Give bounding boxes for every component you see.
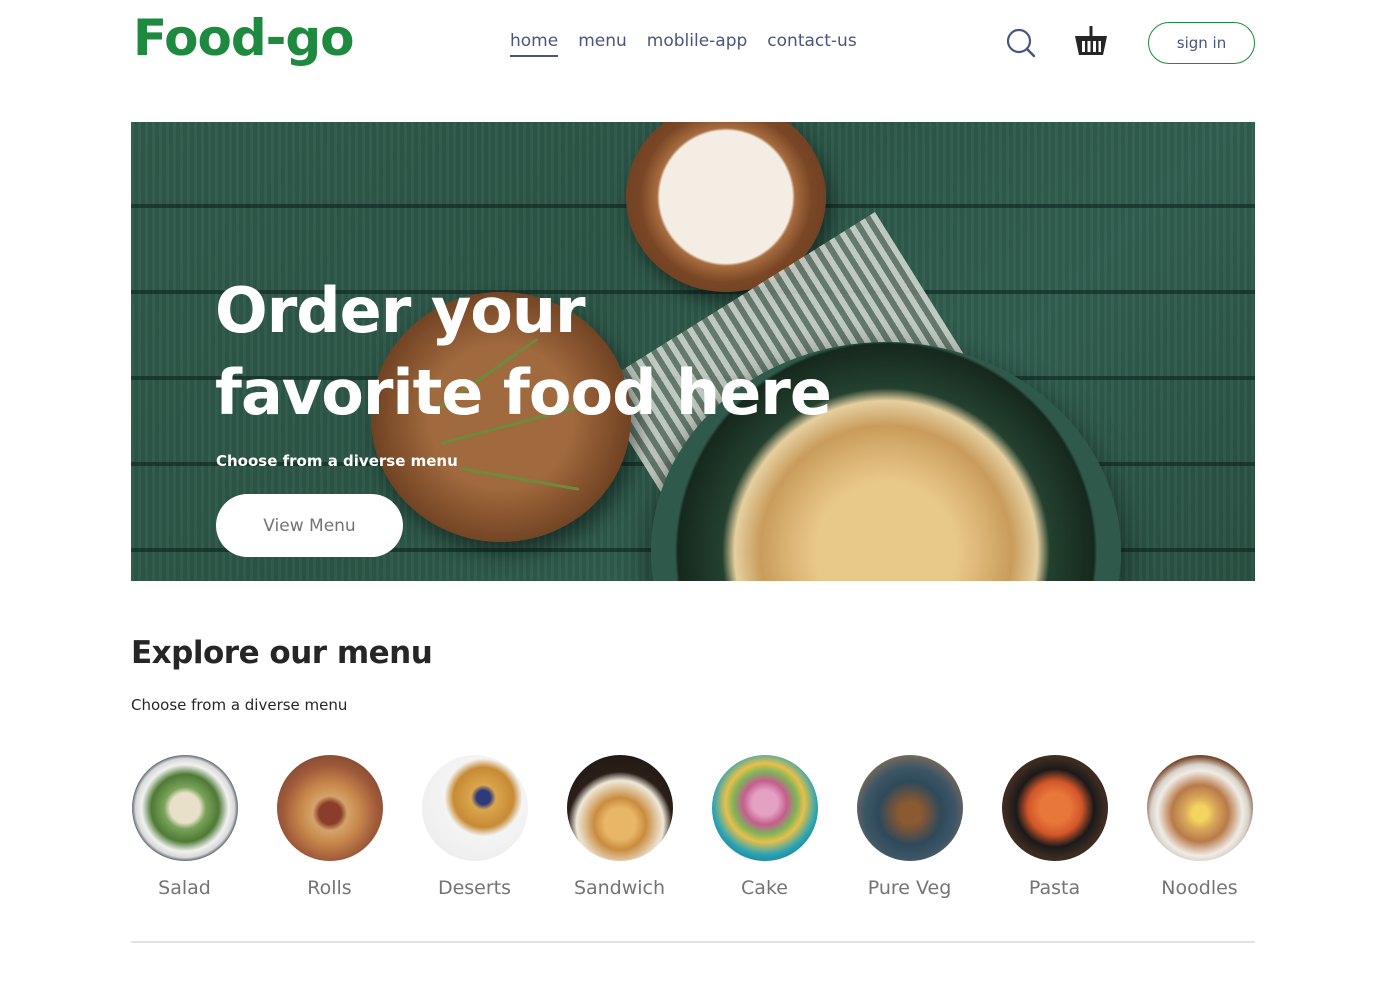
menu-item-pasta[interactable]: Pasta [1001,755,1108,899]
pure-veg-image [856,755,963,861]
hero-banner: Order your favorite food here Choose fro… [131,122,1255,581]
menu-item-label: Pasta [1028,877,1081,899]
nav-link-contact-us[interactable]: contact-us [767,29,856,57]
menu-item-label: Rolls [307,877,352,899]
menu-category-list: Salad Rolls Deserts Sandwich Cake Pure V… [131,755,1255,905]
hero-title: Order your favorite food here [215,274,832,429]
menu-item-label: Salad [158,877,211,899]
sign-in-button[interactable]: sign in [1148,22,1255,64]
nav-link-menu[interactable]: menu [578,29,627,57]
hero-subtitle: Choose from a diverse menu [216,452,458,470]
navbar: Food-go home menu moblile-app contact-us… [131,0,1255,86]
cake-image [711,755,818,861]
menu-item-salad[interactable]: Salad [131,755,238,899]
menu-item-label: Deserts [437,877,512,899]
pasta-image [1001,755,1108,861]
explore-menu-subtitle: Choose from a diverse menu [131,696,348,714]
menu-item-rolls[interactable]: Rolls [276,755,383,899]
nav-link-mobile-app[interactable]: moblile-app [647,29,748,57]
menu-item-label: Noodles [1161,877,1238,899]
menu-item-sandwich[interactable]: Sandwich [566,755,673,899]
menu-item-noodles[interactable]: Noodles [1146,755,1253,899]
menu-item-pure-veg[interactable]: Pure Veg [856,755,963,899]
menu-item-deserts[interactable]: Deserts [421,755,528,899]
basket-icon[interactable] [1073,24,1109,58]
menu-item-cake[interactable]: Cake [711,755,818,899]
noodles-image [1146,755,1253,861]
explore-menu-title: Explore our menu [131,635,433,671]
salad-image [131,755,238,861]
rolls-image [276,755,383,861]
deserts-image [421,755,528,861]
logo[interactable]: Food-go [133,8,355,68]
nav-link-home[interactable]: home [510,29,559,57]
section-divider [131,941,1255,943]
menu-item-label: Sandwich [573,877,666,899]
menu-item-label: Cake [741,877,788,899]
search-icon[interactable] [1006,28,1036,58]
nav-links: home menu moblile-app contact-us [510,29,857,57]
menu-item-label: Pure Veg [867,877,952,899]
view-menu-button[interactable]: View Menu [216,494,403,557]
sandwich-image [566,755,673,861]
